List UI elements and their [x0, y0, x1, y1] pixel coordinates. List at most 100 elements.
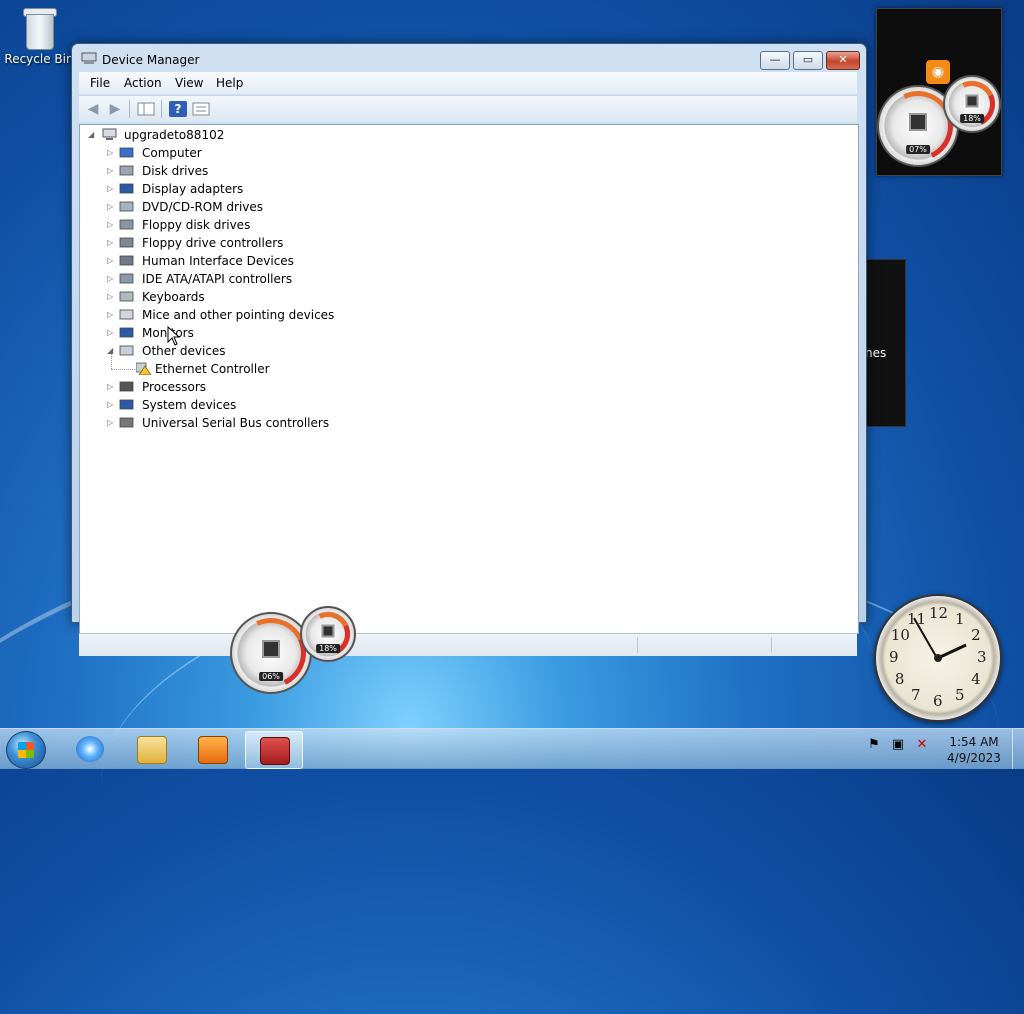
device-manager-window: Device Manager — ▭ ✕ File Action View He…	[71, 43, 867, 656]
collapse-arrow-icon[interactable]: ◢	[88, 126, 96, 144]
tree-category-label: Universal Serial Bus controllers	[142, 416, 330, 430]
disk-drive-icon	[119, 165, 134, 176]
expand-arrow-icon[interactable]: ▷	[107, 216, 115, 234]
expand-arrow-icon[interactable]: ▷	[107, 252, 115, 270]
tree-category-label: Other devices	[142, 344, 226, 358]
status-separator	[771, 637, 772, 653]
toolbar-separator	[161, 100, 162, 118]
mouse-cursor-icon	[167, 326, 181, 346]
clock-date: 4/9/2023	[947, 751, 1001, 765]
tree-category-label: Display adapters	[142, 182, 244, 196]
menu-view[interactable]: View	[175, 76, 203, 90]
cpu-gauge-bottom[interactable]: 06%	[226, 608, 316, 698]
clock-numeral: 6	[933, 692, 943, 710]
minimize-button[interactable]: —	[760, 51, 790, 70]
clock-numeral: 2	[971, 626, 981, 644]
warning-device-icon	[136, 362, 151, 375]
cpu-percent: 07%	[906, 145, 930, 155]
tree-category-label: Keyboards	[142, 290, 205, 304]
expand-arrow-icon[interactable]: ▷	[107, 396, 115, 414]
recycle-bin[interactable]: Recycle Bin	[4, 6, 74, 66]
memory-gauge: 18%	[942, 74, 1002, 134]
floppy-disk-icon	[119, 219, 134, 230]
expand-arrow-icon[interactable]: ▷	[107, 198, 115, 216]
expand-arrow-icon[interactable]: ▷	[107, 234, 115, 252]
internet-explorer-icon	[76, 736, 104, 762]
taskbar-file-explorer[interactable]	[123, 731, 179, 767]
tree-connector	[111, 369, 135, 370]
cpu-percent-bottom: 06%	[259, 672, 283, 682]
clock-numeral: 3	[977, 648, 987, 666]
recycle-bin-icon	[22, 6, 57, 50]
maximize-button[interactable]: ▭	[793, 51, 823, 70]
tree-connector	[111, 354, 112, 369]
status-bar	[79, 633, 857, 656]
network-icon[interactable]: ▣	[890, 737, 906, 753]
cpu-chip-icon	[909, 113, 927, 132]
side-gadget-text: nes	[865, 346, 887, 360]
display-adapter-icon	[119, 183, 134, 194]
side-gadget[interactable]: nes	[864, 259, 906, 427]
menu-file[interactable]: File	[90, 76, 110, 90]
unknown-device-icon	[119, 345, 134, 356]
recycle-bin-label: Recycle Bin	[4, 52, 74, 66]
system-clock[interactable]: 1:54 AM 4/9/2023	[944, 734, 1004, 766]
floppy-controller-icon	[119, 237, 134, 248]
tree-category-label: Floppy disk drives	[142, 218, 251, 232]
usb-icon	[119, 417, 134, 428]
tree-category-label: Human Interface Devices	[142, 254, 294, 268]
expand-arrow-icon[interactable]: ▷	[107, 324, 115, 342]
properties-icon[interactable]	[192, 101, 210, 117]
memory-gauge-bottom[interactable]: 18%	[299, 605, 357, 663]
keyboard-icon	[119, 291, 134, 302]
start-button[interactable]	[6, 731, 46, 769]
tree-category-label: DVD/CD-ROM drives	[142, 200, 264, 214]
close-button[interactable]: ✕	[826, 51, 860, 70]
clock-numeral: 1	[955, 609, 965, 628]
memory-chip-icon	[321, 624, 335, 638]
clock-numeral: 11	[907, 609, 927, 628]
menu-help[interactable]: Help	[216, 76, 243, 90]
clock-numeral: 5	[955, 686, 965, 705]
expand-arrow-icon[interactable]: ▷	[107, 144, 115, 162]
taskbar-device-manager[interactable]	[245, 731, 303, 769]
expand-arrow-icon[interactable]: ▷	[107, 270, 115, 288]
media-player-icon	[198, 736, 228, 764]
show-desktop-button[interactable]	[1012, 729, 1024, 769]
taskbar-internet-explorer[interactable]	[62, 731, 118, 767]
rss-feed-icon[interactable]: ◉	[926, 60, 950, 84]
back-arrow-icon[interactable]: ◀	[84, 101, 102, 117]
expand-arrow-icon[interactable]: ▷	[107, 162, 115, 180]
clock-numeral: 4	[971, 670, 981, 688]
clock-numeral: 10	[890, 626, 910, 644]
clock-numeral: 7	[911, 686, 921, 705]
memory-percent: 18%	[960, 114, 984, 124]
help-icon[interactable]: ?	[169, 101, 187, 117]
window-title: Device Manager	[102, 53, 200, 67]
action-center-flag-icon[interactable]: ⚑	[866, 737, 882, 753]
clock-numeral: 12	[929, 604, 949, 622]
tree-root-label: upgradeto88102	[124, 128, 225, 142]
cpu-meter-gadget[interactable]: 07% 18%	[873, 8, 1002, 176]
volume-muted-icon[interactable]: ✕	[914, 737, 930, 753]
expand-arrow-icon[interactable]: ▷	[107, 180, 115, 198]
clock-time: 1:54 AM	[949, 735, 999, 749]
clock-gadget[interactable]: 12 1 2 3 4 5 6 7 8 9 10 11	[874, 594, 1002, 722]
processor-icon	[119, 381, 134, 392]
forward-arrow-icon[interactable]: ▶	[106, 101, 124, 117]
ide-controller-icon	[119, 273, 134, 284]
show-hide-console-tree-icon[interactable]	[137, 101, 155, 117]
hid-icon	[119, 255, 134, 266]
tree-device-label: Ethernet Controller	[155, 362, 270, 376]
tree-category-label: Disk drives	[142, 164, 209, 178]
expand-arrow-icon[interactable]: ▷	[107, 414, 115, 432]
expand-arrow-icon[interactable]: ▷	[107, 378, 115, 396]
expand-arrow-icon[interactable]: ▷	[107, 306, 115, 324]
taskbar-media-player[interactable]	[184, 731, 240, 767]
toolbar-separator	[129, 100, 130, 118]
expand-arrow-icon[interactable]: ▷	[107, 288, 115, 306]
menu-action[interactable]: Action	[124, 76, 162, 90]
status-separator	[637, 637, 638, 653]
windows-logo-icon	[18, 742, 34, 758]
title-bar[interactable]: Device Manager — ▭ ✕	[72, 44, 866, 72]
